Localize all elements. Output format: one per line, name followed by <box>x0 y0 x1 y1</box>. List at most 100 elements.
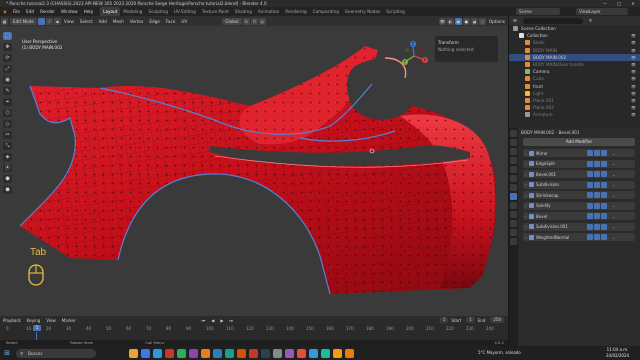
marker-menu[interactable]: Marker <box>59 318 79 323</box>
options-menu[interactable]: Options <box>486 19 508 24</box>
object-tab-icon[interactable] <box>510 184 517 191</box>
rotate-tool-icon[interactable]: ⟳ <box>3 54 12 62</box>
tab-geometry-nodes[interactable]: Geometry Nodes <box>342 7 383 16</box>
taskbar-clock[interactable]: 11:04 a.m. 24/02/2024 <box>606 347 629 358</box>
taskbar-app-icon[interactable] <box>333 348 342 358</box>
scale-tool-icon[interactable]: ⤢ <box>3 65 12 73</box>
tab-layout[interactable]: Layout <box>100 7 121 16</box>
render-tab-icon[interactable] <box>510 139 517 146</box>
snap-icon[interactable]: ⊓ <box>250 17 258 25</box>
modifier-name[interactable]: Subdivision.001 <box>536 224 586 229</box>
playback-menu[interactable]: Playback <box>0 318 24 323</box>
measure-tool-icon[interactable]: ⌖ <box>3 98 12 106</box>
menu-mesh[interactable]: Mesh <box>110 19 127 24</box>
taskbar-app-icon[interactable] <box>237 348 246 358</box>
viewport-toggle-icon[interactable] <box>594 171 600 177</box>
proportional-edit-icon[interactable]: ◎ <box>258 17 266 25</box>
taskbar-app-icon[interactable] <box>153 348 162 358</box>
outliner-search-input[interactable] <box>522 17 583 24</box>
visibility-toggle-icon[interactable]: 👁 <box>631 90 636 97</box>
modifier-item[interactable]: › EdgeSplit ⌄ <box>523 159 635 168</box>
modifier-item[interactable]: › Solidify ⌄ <box>523 201 635 210</box>
xray-icon[interactable]: ▣ <box>454 17 462 25</box>
taskbar-app-icon[interactable] <box>177 348 186 358</box>
vertex-select-icon[interactable]: · <box>37 17 45 25</box>
view-layer-selector[interactable]: ViewLayer <box>576 8 628 15</box>
extrude-tool-icon[interactable]: ⬡ <box>3 109 12 117</box>
view-layer-tab-icon[interactable] <box>510 157 517 164</box>
modifier-name[interactable]: Bevel <box>536 214 586 219</box>
physics-tab-icon[interactable] <box>510 211 517 218</box>
taskbar-app-icon[interactable] <box>273 348 282 358</box>
render-toggle-icon[interactable] <box>601 192 607 198</box>
menu-help[interactable]: Help <box>81 9 97 14</box>
outliner-row[interactable]: Collection 👁 <box>509 32 640 39</box>
viewport-toggle-icon[interactable] <box>594 213 600 219</box>
transform-panel-title[interactable]: Transform <box>438 39 495 46</box>
visibility-toggle-icon[interactable]: 👁 <box>631 47 636 54</box>
tool-tab-icon[interactable] <box>510 130 517 137</box>
bevel-tool-icon[interactable]: ⤡ <box>3 142 12 150</box>
windows-start-icon[interactable]: ⊞ <box>0 349 14 357</box>
annotate-tool-icon[interactable]: ✎ <box>3 87 12 95</box>
outliner-row[interactable]: Armature 👁 <box>509 111 640 118</box>
playhead-frame[interactable]: 1 <box>33 325 41 331</box>
tab-uv-editing[interactable]: UV Editing <box>171 7 199 16</box>
modifier-menu-icon[interactable]: ⌄ <box>612 151 615 156</box>
viewport-toggle-icon[interactable] <box>594 150 600 156</box>
edit-mode-toggle-icon[interactable] <box>587 150 593 156</box>
modifier-name[interactable]: Mirror <box>536 151 586 156</box>
rendered-shading-icon[interactable]: ○ <box>478 17 486 25</box>
menu-window[interactable]: Window <box>58 9 81 14</box>
outliner-row[interactable]: BODY MAIN 👁 <box>509 47 640 54</box>
jump-start-icon[interactable]: ⏮ <box>199 318 209 323</box>
modifier-menu-icon[interactable]: ⌄ <box>612 203 615 208</box>
modifier-menu-icon[interactable]: ⌄ <box>612 182 615 187</box>
visibility-toggle-icon[interactable]: 👁 <box>631 83 636 90</box>
menu-add[interactable]: Add <box>96 19 110 24</box>
modifier-item[interactable]: › Mirror ⌄ <box>523 149 635 157</box>
modifier-name[interactable]: Bevel.001 <box>536 172 586 177</box>
minimize-button[interactable]: — <box>598 0 612 7</box>
viewport-toggle-icon[interactable] <box>594 192 600 198</box>
move-tool-icon[interactable]: ✥ <box>3 43 12 51</box>
viewport-toggle-icon[interactable] <box>594 202 600 209</box>
material-shading-icon[interactable]: ◕ <box>470 17 478 25</box>
visibility-toggle-icon[interactable]: 👁 <box>631 97 636 104</box>
visibility-toggle-icon[interactable]: 👁 <box>631 104 636 111</box>
end-frame-field[interactable]: 250 <box>490 317 504 323</box>
outliner-filter-icon[interactable]: ☰ <box>513 18 517 23</box>
taskbar-app-icon[interactable] <box>309 348 318 358</box>
filter-icon[interactable]: ⚲ <box>589 18 592 23</box>
tab-shading[interactable]: Shading <box>232 7 255 16</box>
render-toggle-icon[interactable] <box>601 160 607 167</box>
menu-file[interactable]: File <box>10 9 23 14</box>
data-tab-icon[interactable] <box>510 229 517 236</box>
current-frame-field[interactable]: 1 <box>439 317 449 323</box>
menu-select[interactable]: Select <box>77 19 96 24</box>
modifier-item[interactable]: › Subdivision ⌄ <box>523 180 635 189</box>
modifier-item[interactable]: › Subdivision.001 ⌄ <box>523 222 635 231</box>
outliner-row[interactable]: front 👁 <box>509 83 640 90</box>
add-modifier-button[interactable]: Add Modifier <box>523 138 635 146</box>
solid-shading-icon[interactable]: ● <box>462 17 470 25</box>
close-button[interactable]: ✕ <box>626 0 640 7</box>
tab-rendering[interactable]: Rendering <box>282 7 309 16</box>
blender-logo-icon[interactable]: ◉ <box>0 9 10 14</box>
particles-tab-icon[interactable] <box>510 202 517 209</box>
tab-texture-paint[interactable]: Texture Paint <box>199 7 232 16</box>
outliner-row[interactable]: Cube 👁 <box>509 75 640 82</box>
modifier-name[interactable]: Subdivision <box>536 182 586 187</box>
taskbar-app-icon[interactable] <box>141 348 150 358</box>
modifier-menu-icon[interactable]: ⌄ <box>612 214 615 219</box>
loop-cut-tool-icon[interactable]: ◈ <box>3 153 12 161</box>
outliner-row[interactable]: BODY MAIN.002 👁 <box>509 53 640 61</box>
edit-mode-toggle-icon[interactable] <box>587 181 593 188</box>
tab-modeling[interactable]: Modeling <box>120 7 145 16</box>
tab-sculpting[interactable]: Sculpting <box>145 7 171 16</box>
outliner-row[interactable]: Plane.001 👁 <box>509 97 640 104</box>
transform-tool-icon[interactable]: ▣ <box>3 76 12 84</box>
modifier-menu-icon[interactable]: ⌄ <box>612 193 615 198</box>
knife-tool-icon[interactable]: ✂ <box>3 131 12 139</box>
modifier-name[interactable]: Shrinkwrap <box>536 193 586 198</box>
